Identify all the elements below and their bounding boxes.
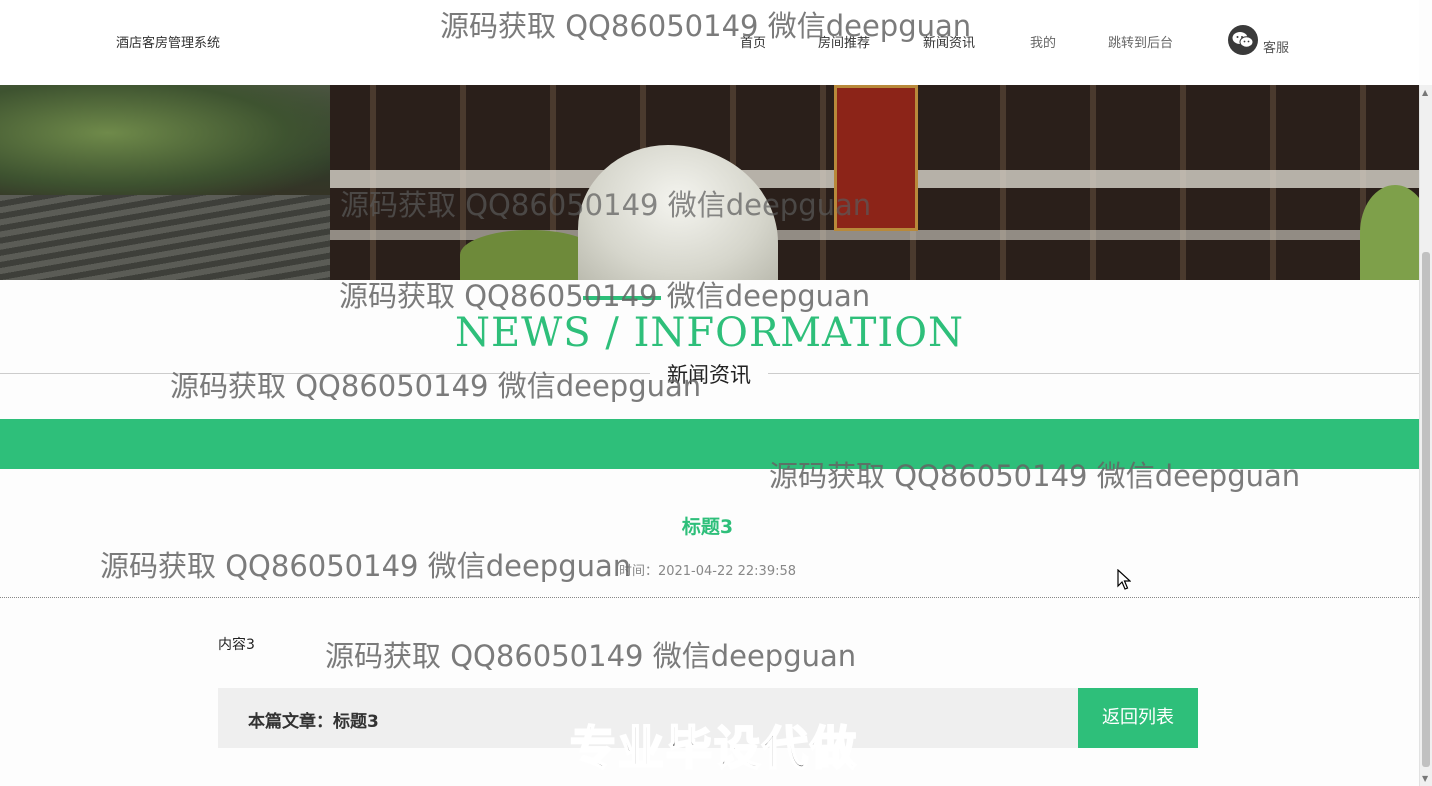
back-to-list-button[interactable]: 返回列表: [1078, 688, 1198, 748]
section-green-bar: [0, 419, 1419, 469]
scroll-down-icon[interactable]: ▼: [1422, 774, 1428, 783]
nav-home[interactable]: 首页: [740, 32, 766, 51]
nav-my[interactable]: 我的: [1030, 32, 1056, 51]
wechat-icon: [1228, 25, 1258, 55]
hero-banner-image: [0, 85, 1419, 280]
scrollbar-thumb[interactable]: [1422, 252, 1430, 767]
nav-room-recommend[interactable]: 房间推荐: [818, 32, 870, 51]
customer-service-label: 客服: [1263, 41, 1290, 56]
site-logo[interactable]: 酒店客房管理系统: [116, 32, 220, 51]
article-divider: [0, 597, 1419, 598]
watermark-text: 源码获取 QQ86050149 微信deepguan: [170, 369, 702, 403]
scroll-up-icon[interactable]: ▲: [1422, 88, 1428, 97]
watermark-text: 源码获取 QQ86050149 微信deepguan: [325, 639, 857, 673]
section-title-en: NEWS / INFORMATION: [454, 310, 964, 356]
page-scrollbar[interactable]: ▲ ▼: [1419, 85, 1432, 786]
article-content: 内容3: [218, 637, 255, 653]
nav-admin[interactable]: 跳转到后台: [1108, 32, 1173, 51]
current-article-label: 本篇文章：标题3: [248, 712, 379, 732]
nav-news[interactable]: 新闻资讯: [923, 32, 975, 51]
top-header: 酒店客房管理系统 首页 房间推荐 新闻资讯 我的 跳转到后台 客服: [0, 0, 1419, 85]
section-title-cn: 新闻资讯: [650, 360, 768, 390]
article-title: 标题3: [681, 516, 734, 538]
watermark-big-text: 专业毕设代做: [569, 720, 858, 776]
title-accent-line: [583, 296, 661, 300]
article-time: 时间：2021-04-22 22:39:58: [618, 564, 797, 579]
mouse-cursor-icon: [1117, 569, 1131, 590]
